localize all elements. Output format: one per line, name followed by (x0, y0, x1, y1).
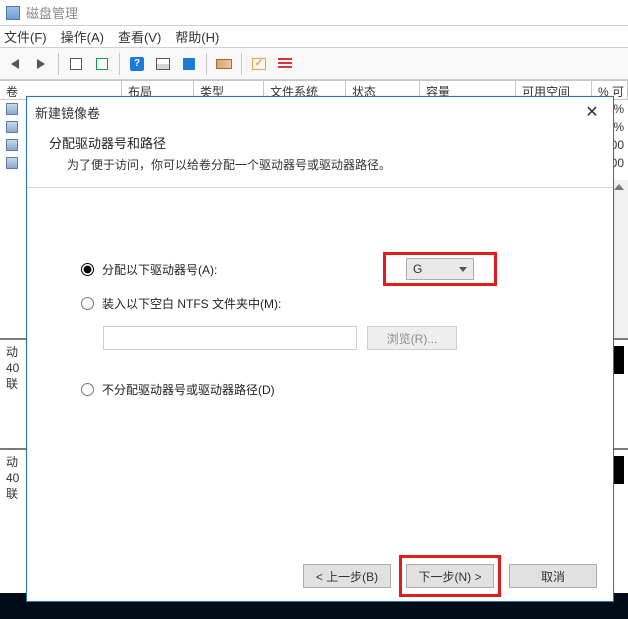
dialog-body: 分配以下驱动器号(A): G 装入以下空白 NTFS 文件夹中(M): 浏览(R… (27, 188, 613, 548)
toolbar-btn-6[interactable] (213, 53, 235, 75)
toolbar-btn-4[interactable] (152, 53, 174, 75)
volume-icon (6, 103, 18, 115)
toolbar-help-button[interactable]: ? (126, 53, 148, 75)
dialog-title: 新建镜像卷 (35, 103, 100, 122)
dialog-footer: < 上一步(B) 下一步(N) > 取消 (27, 551, 613, 601)
option-none-label: 不分配驱动器号或驱动器路径(D) (102, 381, 275, 398)
toolbar: ? ✓ (0, 48, 628, 80)
dialog-subheading: 为了便于访问，你可以给卷分配一个驱动器号或驱动器路径。 (49, 156, 591, 173)
menu-view[interactable]: 查看(V) (118, 27, 161, 46)
box-green-icon (96, 58, 108, 70)
toolbar-btn-1[interactable] (65, 53, 87, 75)
arrow-left-icon (11, 59, 19, 69)
next-button[interactable]: 下一步(N) > (406, 564, 494, 588)
menu-action[interactable]: 操作(A) (61, 27, 104, 46)
radio-assign-letter[interactable] (81, 263, 94, 276)
new-mirror-volume-dialog: 新建镜像卷 ✕ 分配驱动器号和路径 为了便于访问，你可以给卷分配一个驱动器号或驱… (26, 96, 614, 602)
arrow-right-icon (37, 59, 45, 69)
option-mount-label: 装入以下空白 NTFS 文件夹中(M): (102, 295, 281, 312)
toolbar-btn-8[interactable] (274, 53, 296, 75)
option-assign-label: 分配以下驱动器号(A): (102, 261, 217, 278)
close-button[interactable]: ✕ (579, 102, 605, 122)
volume-icon (6, 139, 18, 151)
nav-forward-button[interactable] (30, 53, 52, 75)
cancel-button[interactable]: 取消 (509, 564, 597, 588)
drive-letter-select[interactable]: G (406, 258, 474, 280)
box-blue-icon (183, 58, 195, 70)
menubar: 文件(F) 操作(A) 查看(V) 帮助(H) (0, 26, 628, 48)
box-icon (70, 58, 82, 70)
next-button-highlight: 下一步(N) > (399, 555, 501, 597)
drive-letter-value: G (413, 262, 422, 276)
toolbar-divider (206, 53, 207, 75)
volume-icon (6, 121, 18, 133)
chevron-down-icon (459, 267, 467, 272)
toolbar-divider (119, 53, 120, 75)
toolbar-divider (241, 53, 242, 75)
help-icon: ? (130, 57, 144, 71)
toolbar-btn-5[interactable] (178, 53, 200, 75)
dialog-heading: 分配驱动器号和路径 (49, 133, 591, 152)
app-title: 磁盘管理 (26, 3, 78, 22)
main-titlebar: 磁盘管理 (0, 0, 628, 26)
mount-path-input[interactable] (103, 326, 357, 350)
radio-mount-folder[interactable] (81, 297, 94, 310)
dialog-titlebar: 新建镜像卷 ✕ (27, 97, 613, 127)
option-no-assign[interactable]: 不分配驱动器号或驱动器路径(D) (81, 378, 573, 400)
option-mount-folder[interactable]: 装入以下空白 NTFS 文件夹中(M): (81, 292, 573, 314)
option-assign-letter[interactable]: 分配以下驱动器号(A): (81, 258, 573, 280)
volume-icon (6, 157, 18, 169)
stripe-icon (216, 59, 232, 69)
toolbar-divider (58, 53, 59, 75)
mount-row: 浏览(R)... (103, 326, 573, 350)
drive-letter-highlight: G (383, 252, 497, 286)
radio-no-assign[interactable] (81, 383, 94, 396)
dialog-header: 分配驱动器号和路径 为了便于访问，你可以给卷分配一个驱动器号或驱动器路径。 (27, 127, 613, 188)
grid-icon (156, 58, 170, 70)
back-button[interactable]: < 上一步(B) (303, 564, 391, 588)
app-icon (6, 6, 20, 20)
lines-icon (278, 58, 292, 70)
menu-file[interactable]: 文件(F) (4, 27, 47, 46)
toolbar-btn-7[interactable]: ✓ (248, 53, 270, 75)
toolbar-btn-2[interactable] (91, 53, 113, 75)
check-icon: ✓ (252, 58, 266, 70)
nav-back-button[interactable] (4, 53, 26, 75)
menu-help[interactable]: 帮助(H) (175, 27, 219, 46)
browse-button[interactable]: 浏览(R)... (367, 326, 457, 350)
